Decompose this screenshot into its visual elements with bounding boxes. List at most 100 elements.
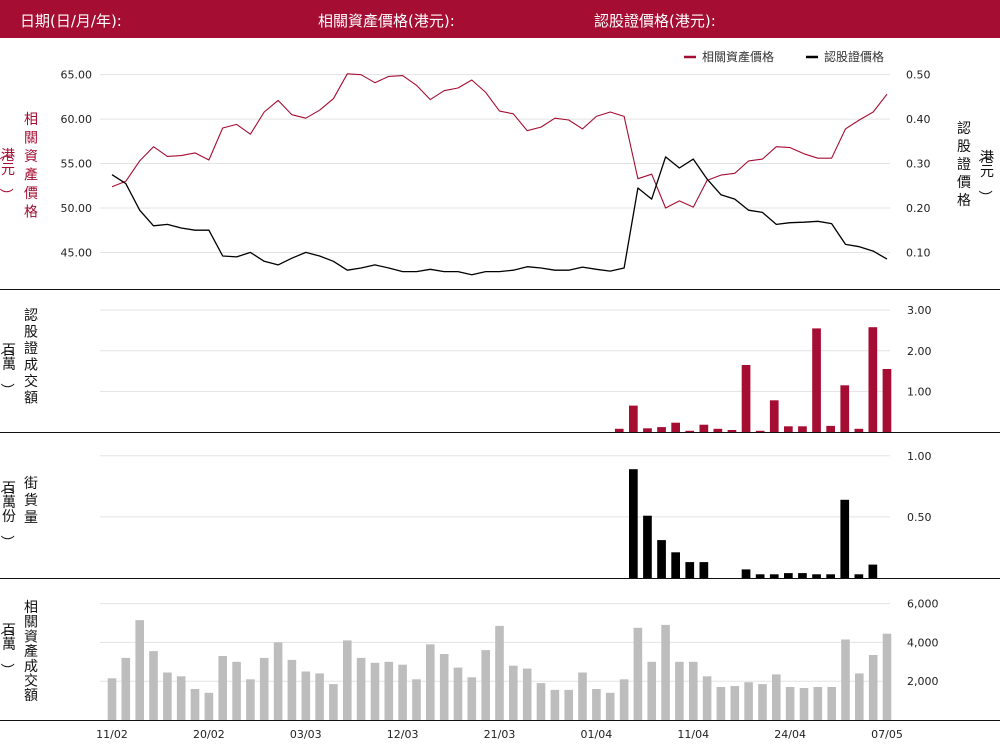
underlying-turnover-bar bbox=[827, 687, 836, 720]
outstanding-bar bbox=[826, 574, 835, 578]
y-tick-label: 0.50 bbox=[907, 511, 932, 524]
underlying-turnover-bar bbox=[799, 688, 809, 720]
warrant-turnover-bar bbox=[727, 430, 737, 432]
axis-label-underlying-price-unit: （港元） bbox=[0, 146, 15, 202]
axis-label-outstanding: 街貨量 bbox=[24, 476, 38, 526]
warrant-turnover-bar bbox=[713, 428, 723, 432]
warrant-turnover-bar bbox=[784, 426, 793, 432]
underlying-turnover-bar bbox=[343, 640, 352, 720]
underlying-turnover-bar bbox=[522, 668, 532, 720]
outstanding-bar bbox=[784, 573, 793, 578]
axis-label-warrant-turnover-group: 認股證成交額 （百萬） bbox=[0, 308, 38, 407]
underlying-turnover-bar bbox=[868, 655, 878, 720]
underlying-turnover-bar bbox=[633, 627, 643, 720]
underlying-turnover-bar bbox=[785, 687, 795, 720]
warrant-chart: 相關資產價格 認股證價格 45.00 50.00 55.00 60.00 65.00 0.… bbox=[0, 49, 1000, 741]
y-tick-label: 2.00 bbox=[907, 345, 932, 358]
x-tick-label: 11/02 bbox=[96, 728, 128, 741]
warrant-turnover-bar bbox=[755, 430, 765, 432]
underlying-turnover-bar bbox=[370, 662, 380, 720]
outstanding-bar bbox=[671, 552, 680, 578]
underlying-price-line bbox=[111, 73, 888, 209]
underlying-turnover-bar bbox=[647, 661, 656, 720]
underlying-turnover-bar bbox=[772, 674, 781, 720]
outstanding-bar bbox=[868, 564, 878, 578]
underlying-turnover-bar bbox=[564, 689, 573, 720]
warrant-turnover-bar bbox=[685, 430, 695, 432]
underlying-turnover-bar bbox=[107, 678, 117, 720]
x-tick-label: 24/04 bbox=[774, 728, 806, 741]
left-tick-label: 55.00 bbox=[61, 158, 93, 171]
underlying-turnover-bar bbox=[481, 650, 490, 720]
underlying-turnover-bar bbox=[758, 684, 767, 720]
legend-warrant-label: 認股證價格 bbox=[824, 49, 884, 64]
underlying-turnover-bar bbox=[882, 633, 892, 720]
underlying-turnover-bar bbox=[467, 677, 477, 720]
warrant-turnover-bar bbox=[671, 422, 680, 432]
y-tick-label: 2,000 bbox=[907, 675, 939, 688]
outstanding-bar bbox=[629, 469, 638, 578]
price-panel: 45.00 50.00 55.00 60.00 65.00 0.10 0.20 0.30 0.4… bbox=[61, 69, 931, 276]
warrant-turnover-bar bbox=[854, 428, 864, 432]
warrant-turnover-bar bbox=[769, 400, 779, 432]
outstanding-bar bbox=[812, 574, 821, 578]
underlying-turnover-bar bbox=[218, 656, 227, 720]
underlying-turnover-bar bbox=[578, 672, 587, 720]
underlying-turnover-bar bbox=[398, 664, 407, 720]
underlying-turnover-bar bbox=[163, 672, 172, 720]
outstanding-bar bbox=[699, 562, 709, 578]
underlying-turnover-bar bbox=[412, 679, 421, 720]
underlying-turnover-bar bbox=[550, 689, 560, 720]
outstanding-bar bbox=[798, 573, 807, 578]
underlying-turnover-bar bbox=[453, 667, 463, 720]
underlying-turnover-bar bbox=[301, 671, 311, 720]
underlying-turnover-bar bbox=[190, 689, 200, 720]
outstanding-bar bbox=[840, 499, 850, 578]
outstanding-panel: 0.50 1.00 bbox=[100, 450, 932, 578]
underlying-turnover-bar bbox=[619, 679, 629, 720]
y-tick-label: 1.00 bbox=[907, 385, 932, 398]
right-tick-label: 0.10 bbox=[906, 246, 931, 259]
right-tick-label: 0.40 bbox=[906, 113, 931, 126]
underlying-turnover-bar bbox=[384, 661, 394, 720]
underlying-turnover-bar bbox=[315, 673, 324, 720]
underlying-turnover-bar bbox=[176, 676, 186, 720]
warrant-turnover-panel: 1.00 2.00 3.00 bbox=[100, 304, 932, 432]
y-tick-label: 1.00 bbox=[907, 450, 932, 463]
right-tick-label: 0.50 bbox=[906, 69, 931, 82]
y-tick-label: 4,000 bbox=[907, 636, 939, 649]
legend-underlying-label: 相關資產價格 bbox=[702, 49, 774, 64]
warrant-turnover-bar bbox=[741, 365, 751, 432]
x-tick-label: 12/03 bbox=[387, 728, 419, 741]
underlying-turnover-bar bbox=[702, 676, 712, 720]
underlying-turnover-bar bbox=[592, 689, 601, 720]
underlying-turnover-bar bbox=[329, 684, 338, 720]
outstanding-bar bbox=[854, 574, 864, 578]
axis-label-underlying-turnover-unit: （百萬） bbox=[0, 621, 16, 677]
outstanding-bar bbox=[657, 540, 666, 578]
axis-label-underlying-price: 相關資產價格 bbox=[24, 112, 38, 221]
warrant-turnover-bar bbox=[868, 327, 878, 432]
axis-label-warrant-price-unit: （港元） bbox=[976, 148, 994, 204]
left-tick-label: 60.00 bbox=[61, 113, 93, 126]
underlying-turnover-bar bbox=[273, 642, 283, 720]
left-tick-label: 50.00 bbox=[61, 202, 93, 215]
underlying-turnover-bar bbox=[246, 679, 255, 720]
underlying-turnover-bar bbox=[675, 661, 684, 720]
x-tick-label: 20/02 bbox=[193, 728, 225, 741]
x-tick-label: 11/04 bbox=[677, 728, 709, 741]
underlying-turnover-bar bbox=[426, 644, 435, 720]
underlying-turnover-bar bbox=[204, 692, 214, 720]
x-axis: 11/02 20/02 03/03 12/03 21/03 01/04 11/04 24/04… bbox=[96, 728, 903, 741]
underlying-turnover-bar bbox=[135, 620, 144, 720]
underlying-turnover-bar bbox=[730, 686, 740, 720]
underlying-turnover-bar bbox=[356, 657, 366, 720]
underlying-turnover-bar bbox=[232, 661, 241, 720]
axis-label-outstanding-unit: （百萬份） bbox=[0, 479, 16, 549]
warrant-turnover-bar bbox=[882, 369, 892, 432]
warrant-price-line bbox=[111, 156, 888, 276]
underlying-turnover-bar bbox=[536, 683, 546, 720]
left-tick-label: 65.00 bbox=[61, 69, 93, 82]
outstanding-bar bbox=[741, 569, 751, 578]
left-axis-label-underlying-price: 相關資產價格 （港元） bbox=[0, 112, 38, 221]
